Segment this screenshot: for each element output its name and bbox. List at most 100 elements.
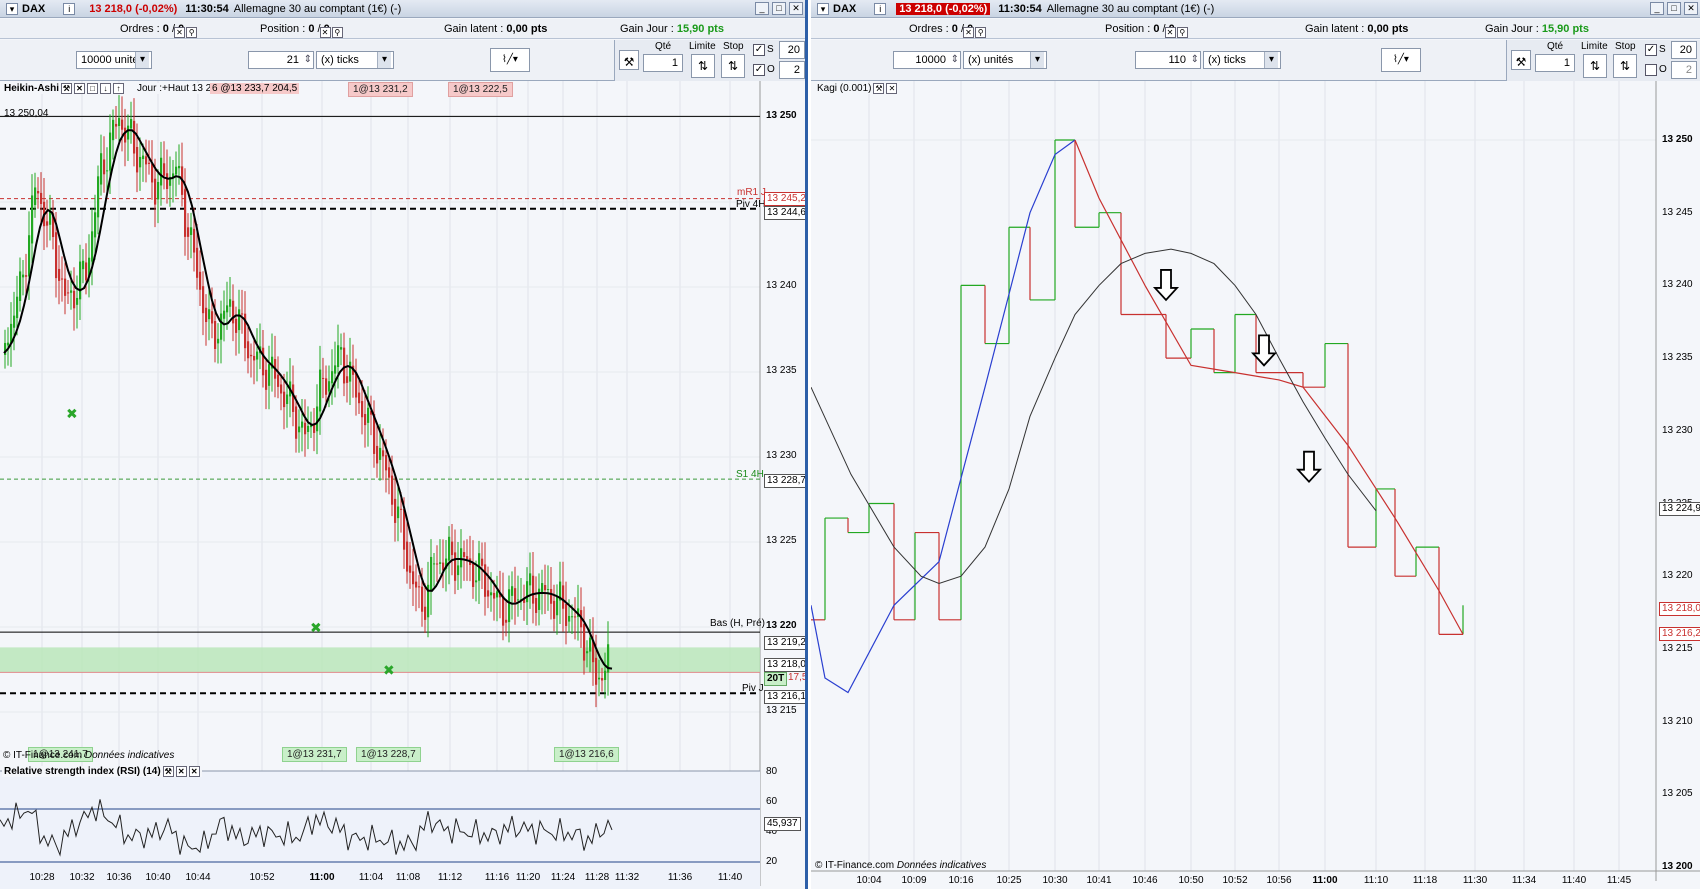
o-checkbox[interactable] <box>1645 64 1657 76</box>
candle-body <box>250 354 253 357</box>
units-select[interactable]: 10000 unités <box>76 51 152 69</box>
rsi-y-label: 60 <box>766 796 778 807</box>
x-axis-label: 10:41 <box>1086 875 1112 886</box>
wrench-icon[interactable]: ⚒ <box>619 50 639 70</box>
candle-body <box>13 315 16 328</box>
candle-body <box>166 173 169 189</box>
limite-label: Limite <box>1581 41 1608 52</box>
candle-body <box>349 361 352 382</box>
close-icon: ✕ <box>175 766 187 777</box>
candle-body <box>514 588 517 603</box>
x-axis-label: 11:45 <box>1606 875 1632 886</box>
stop-order-icon[interactable]: ⇅ <box>721 54 745 78</box>
chart-type-button[interactable]: ⌇╱▾ <box>490 48 530 72</box>
qte-input[interactable]: 1 <box>643 54 683 72</box>
window-menu-icon[interactable]: ▾ <box>6 2 18 15</box>
candle-body <box>412 571 415 585</box>
o-input[interactable]: 2 <box>779 61 805 79</box>
symbol-label[interactable]: DAX <box>22 3 45 15</box>
candle-body <box>7 342 10 346</box>
right-info-bar: Ordres : 0 ✕ / 0 ⚲ Position : 0 ✕ / 0 ⚲ … <box>811 19 1700 39</box>
price-box: 13 244,6 <box>764 206 805 220</box>
candle-body <box>301 421 304 428</box>
candle-body <box>466 556 469 559</box>
x-axis-label: 10:32 <box>69 872 95 883</box>
minimize-icon[interactable]: _ <box>1650 2 1664 15</box>
x-axis-label: 11:16 <box>484 872 510 883</box>
candle-body <box>142 155 145 160</box>
candle-body <box>490 592 493 596</box>
candle-body <box>460 548 463 568</box>
y-axis-label: 13 205 <box>1662 788 1693 800</box>
o-input[interactable]: 2 <box>1671 61 1697 79</box>
right-title-bar[interactable]: ▾ DAX i 13 218,0 (-0,02%) 11:30:54 Allem… <box>811 0 1700 18</box>
info-icon[interactable]: i <box>874 2 887 15</box>
candle-body <box>37 190 40 194</box>
x-axis-label: 11:20 <box>515 872 541 883</box>
link-icon: ⚲ <box>1176 27 1188 38</box>
wrench-icon[interactable]: ⚒ <box>1511 50 1531 70</box>
qte-label: Qté <box>1547 41 1564 52</box>
s-checkbox[interactable]: ✓ <box>753 44 765 56</box>
limit-order-icon[interactable]: ⇅ <box>1583 54 1607 78</box>
ticks-input[interactable]: 110 <box>1135 51 1201 69</box>
order-tag-green[interactable]: 1@13 228,7 <box>356 747 421 762</box>
order-tag-red[interactable]: 1@13 222,5 <box>448 82 513 97</box>
price-box: 13 216,2 <box>1659 627 1700 641</box>
gain-latent-info: Gain latent : 0,00 pts <box>1305 23 1409 35</box>
symbol-label[interactable]: DAX <box>833 3 856 15</box>
x-axis-label: 10:46 <box>1132 875 1158 886</box>
candle-body <box>331 371 334 384</box>
spread-box: 17,5 <box>788 672 808 683</box>
o-checkbox[interactable]: ✓ <box>753 64 765 76</box>
ticks-select[interactable]: (x) ticks <box>316 51 394 69</box>
maximize-icon[interactable]: □ <box>1667 2 1681 15</box>
units-input[interactable]: 10000 <box>893 51 961 69</box>
candle-body <box>595 657 598 685</box>
order-tag-red[interactable]: 1@13 231,2 <box>348 82 413 97</box>
info-icon[interactable]: i <box>63 2 76 15</box>
stop-order-icon[interactable]: ⇅ <box>1613 54 1637 78</box>
s-input[interactable]: 20 <box>779 41 805 59</box>
ticks-input[interactable]: 21 <box>248 51 314 69</box>
window-menu-icon[interactable]: ▾ <box>817 2 829 15</box>
candle-body <box>598 677 601 680</box>
candle-body <box>34 187 37 206</box>
minimize-icon[interactable]: _ <box>755 2 769 15</box>
candle-body <box>493 592 496 599</box>
units-select[interactable]: (x) unités <box>963 51 1047 69</box>
x-axis-label: 11:30 <box>1462 875 1488 886</box>
candle-body <box>187 227 190 237</box>
candle-body <box>238 309 241 331</box>
candle-body <box>508 589 511 623</box>
maximize-icon[interactable]: □ <box>772 2 786 15</box>
candle-body <box>361 401 364 418</box>
candle-body <box>208 309 211 320</box>
x-axis-label: 11:12 <box>437 872 463 883</box>
candle-body <box>28 235 31 277</box>
rsi-title: Relative strength index (RSI) (14) ⚒ ✕ ✕ <box>2 766 202 778</box>
order-tag-green[interactable]: 1@13 231,7 <box>282 747 347 762</box>
signal-marker: ✖ <box>310 621 322 637</box>
candle-body <box>157 181 160 200</box>
s-input[interactable]: 20 <box>1671 41 1697 59</box>
candle-body <box>106 170 109 172</box>
close-icon[interactable]: ✕ <box>1684 2 1698 15</box>
x-axis-label: 10:28 <box>29 872 55 883</box>
candle-body <box>226 305 229 313</box>
candle-body <box>160 157 163 186</box>
order-tag-green[interactable]: 1@13 216,6 <box>554 747 619 762</box>
ticks-select[interactable]: (x) ticks <box>1203 51 1281 69</box>
s-checkbox[interactable]: ✓ <box>1645 44 1657 56</box>
kagi-chart[interactable] <box>811 81 1700 889</box>
qte-input[interactable]: 1 <box>1535 54 1575 72</box>
price-box: 13 218,0 <box>1659 602 1700 616</box>
position-band <box>0 647 760 673</box>
left-title-bar[interactable]: ▾ DAX i 13 218,0 (-0,02%) 11:30:54 Allem… <box>0 0 805 18</box>
candle-body <box>64 278 67 296</box>
limit-order-icon[interactable]: ⇅ <box>691 54 715 78</box>
chart-type-button[interactable]: ⌇╱▾ <box>1381 48 1421 72</box>
candle-body <box>67 292 70 294</box>
cancel-icon: ✕ <box>319 27 331 38</box>
close-icon[interactable]: ✕ <box>789 2 803 15</box>
